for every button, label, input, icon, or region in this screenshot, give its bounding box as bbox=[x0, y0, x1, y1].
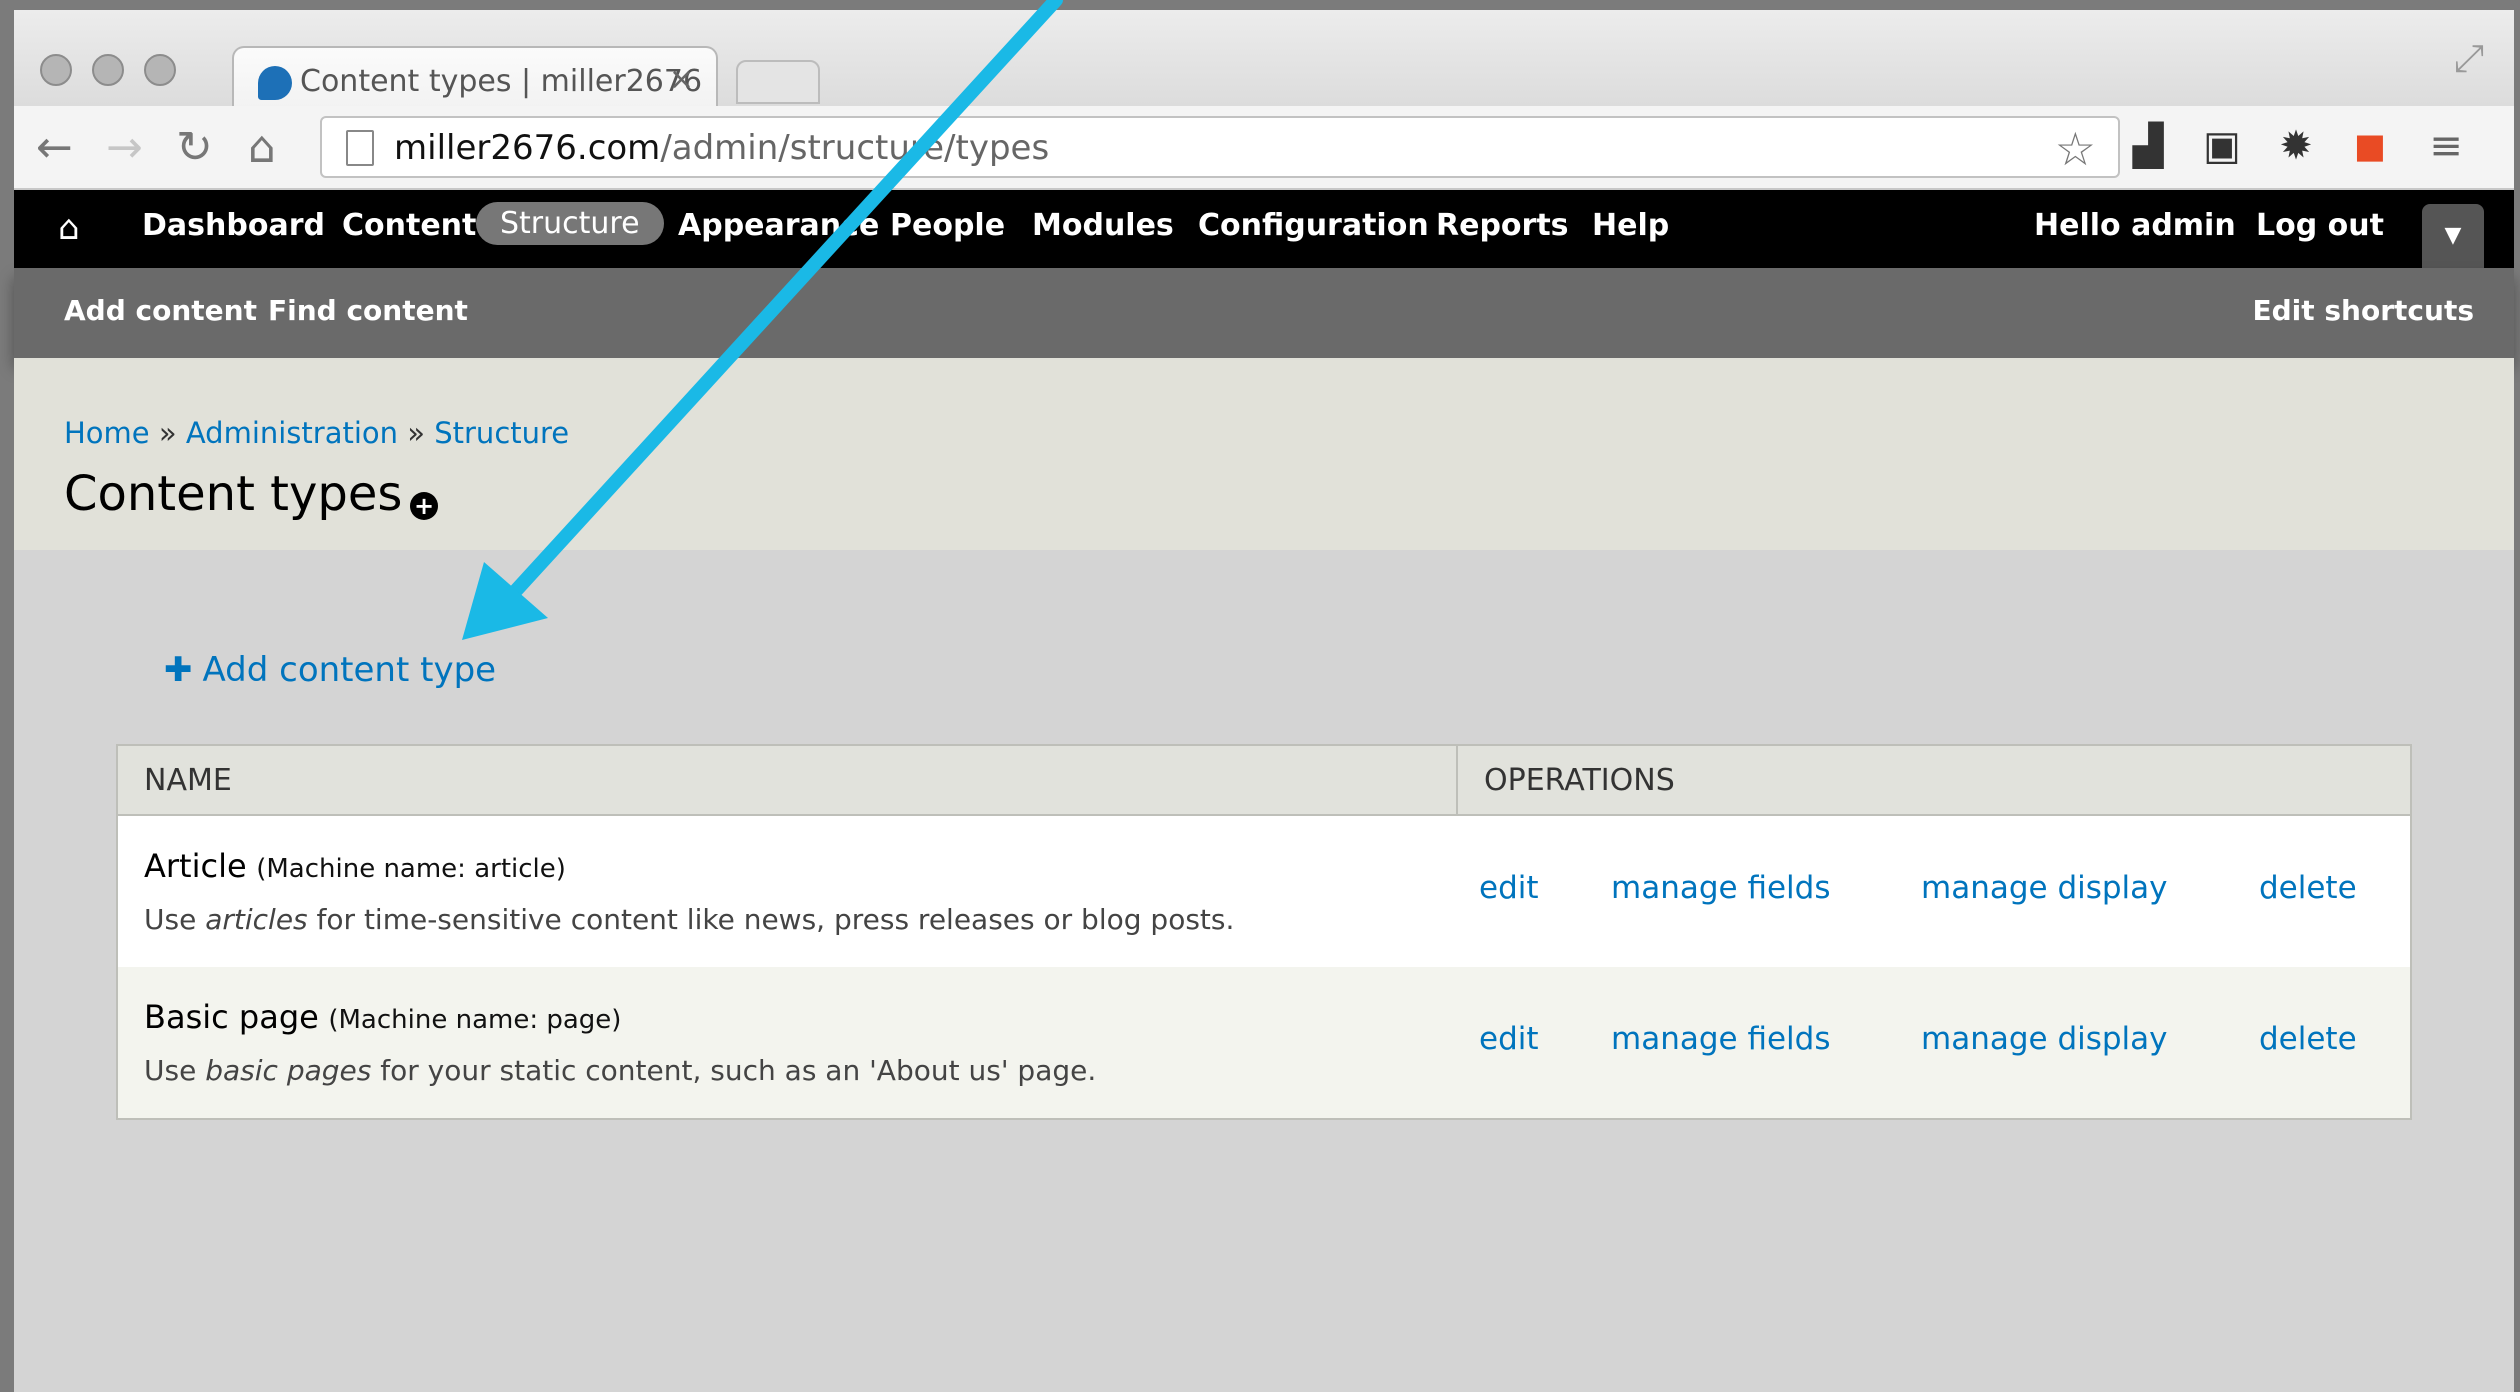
minimize-window-button[interactable] bbox=[92, 54, 124, 86]
window-border bbox=[0, 0, 2520, 10]
shortcut-find-content[interactable]: Find content bbox=[268, 294, 468, 327]
close-window-button[interactable] bbox=[40, 54, 72, 86]
home-icon[interactable]: ⌂ bbox=[248, 120, 276, 176]
gear-icon[interactable]: ✹ bbox=[2270, 120, 2322, 172]
content-type-description: Use basic pages for your static content,… bbox=[144, 1054, 1097, 1087]
user-greeting[interactable]: Hello admin bbox=[2034, 208, 2236, 243]
bookmark-extension-icon[interactable]: ◼ bbox=[2344, 120, 2396, 172]
admin-menu-help[interactable]: Help bbox=[1592, 208, 1669, 243]
extension-anvil-icon[interactable]: ▟ bbox=[2122, 120, 2174, 172]
table-row: Basic page (Machine name: page) Use basi… bbox=[117, 967, 2411, 1119]
shortcut-bar: Add content Find content Edit shortcuts bbox=[14, 268, 2514, 358]
add-content-type-link[interactable]: ✚ Add content type bbox=[164, 650, 496, 690]
forward-icon[interactable]: → bbox=[106, 120, 143, 176]
admin-menu-appearance[interactable]: Appearance bbox=[678, 208, 879, 243]
add-to-shortcuts-icon[interactable]: + bbox=[410, 492, 438, 520]
page-header: Home » Administration » Structure Conten… bbox=[14, 358, 2514, 550]
tab-title: Content types | miller2676 bbox=[300, 64, 703, 99]
admin-menu-structure[interactable]: Structure bbox=[476, 202, 664, 245]
plus-icon: ✚ bbox=[164, 650, 193, 690]
column-header-operations: OPERATIONS bbox=[1457, 745, 2411, 816]
name-cell: Basic page (Machine name: page) Use basi… bbox=[117, 967, 1457, 1119]
home-icon[interactable]: ⌂ bbox=[58, 208, 80, 248]
page-title: Content types bbox=[64, 466, 403, 522]
edit-link[interactable]: edit bbox=[1479, 870, 1539, 906]
delete-link[interactable]: delete bbox=[2259, 1021, 2357, 1057]
url-text: miller2676.com/admin/structure/types bbox=[394, 128, 1050, 168]
zoom-window-button[interactable] bbox=[144, 54, 176, 86]
reload-icon[interactable]: ↻ bbox=[176, 120, 213, 176]
breadcrumb-structure[interactable]: Structure bbox=[434, 416, 569, 450]
admin-menu-content[interactable]: Content bbox=[342, 208, 476, 243]
shortcut-add-content[interactable]: Add content bbox=[64, 294, 257, 327]
content-types-table: NAME OPERATIONS Article (Machine name: a… bbox=[116, 744, 2412, 1120]
new-tab-button[interactable] bbox=[736, 60, 820, 104]
operations-cell: edit manage fields manage display delete bbox=[1457, 815, 2411, 967]
breadcrumb-administration[interactable]: Administration bbox=[186, 416, 398, 450]
address-bar[interactable]: miller2676.com/admin/structure/types ☆ bbox=[320, 116, 2120, 178]
page-icon bbox=[346, 130, 374, 166]
machine-name: (Machine name: page) bbox=[328, 1005, 622, 1035]
logout-link[interactable]: Log out bbox=[2256, 208, 2384, 243]
content-type-description: Use articles for time-sensitive content … bbox=[144, 903, 1235, 936]
admin-toolbar: ⌂ Dashboard Content Structure Appearance… bbox=[14, 190, 2514, 268]
operations-cell: edit manage fields manage display delete bbox=[1457, 967, 2411, 1119]
evernote-icon[interactable]: ▣ bbox=[2196, 120, 2248, 172]
window-border bbox=[2514, 0, 2520, 1392]
admin-menu-reports[interactable]: Reports bbox=[1436, 208, 1569, 243]
content-type-name: Basic page bbox=[144, 998, 319, 1036]
menu-icon[interactable]: ≡ bbox=[2420, 120, 2472, 172]
manage-fields-link[interactable]: manage fields bbox=[1611, 1021, 1830, 1057]
manage-fields-link[interactable]: manage fields bbox=[1611, 870, 1830, 906]
machine-name: (Machine name: article) bbox=[256, 854, 566, 884]
admin-menu-configuration[interactable]: Configuration bbox=[1198, 208, 1429, 243]
drupal-icon bbox=[258, 66, 292, 100]
admin-menu-dashboard[interactable]: Dashboard bbox=[142, 208, 325, 243]
tab-strip: Content types | miller2676 × ⤢ bbox=[14, 10, 2514, 116]
delete-link[interactable]: delete bbox=[2259, 870, 2357, 906]
manage-display-link[interactable]: manage display bbox=[1921, 870, 2168, 906]
table-row: Article (Machine name: article) Use arti… bbox=[117, 815, 2411, 967]
fullscreen-icon[interactable]: ⤢ bbox=[2454, 36, 2484, 81]
bookmark-star-icon[interactable]: ☆ bbox=[2055, 122, 2096, 176]
admin-menu-people[interactable]: People bbox=[890, 208, 1005, 243]
window-border bbox=[0, 0, 14, 1392]
manage-display-link[interactable]: manage display bbox=[1921, 1021, 2168, 1057]
edit-link[interactable]: edit bbox=[1479, 1021, 1539, 1057]
shortcut-drawer-toggle[interactable]: ▼ bbox=[2422, 204, 2484, 268]
edit-shortcuts-link[interactable]: Edit shortcuts bbox=[2252, 294, 2474, 327]
close-icon[interactable]: × bbox=[669, 62, 694, 97]
content-type-name: Article bbox=[144, 847, 247, 885]
browser-toolbar: ← → ↻ ⌂ miller2676.com/admin/structure/t… bbox=[14, 106, 2514, 190]
admin-menu-modules[interactable]: Modules bbox=[1032, 208, 1174, 243]
column-header-name: NAME bbox=[117, 745, 1458, 816]
breadcrumb: Home » Administration » Structure bbox=[64, 416, 570, 450]
breadcrumb-home[interactable]: Home bbox=[64, 416, 150, 450]
back-icon[interactable]: ← bbox=[36, 120, 73, 176]
name-cell: Article (Machine name: article) Use arti… bbox=[117, 815, 1457, 967]
